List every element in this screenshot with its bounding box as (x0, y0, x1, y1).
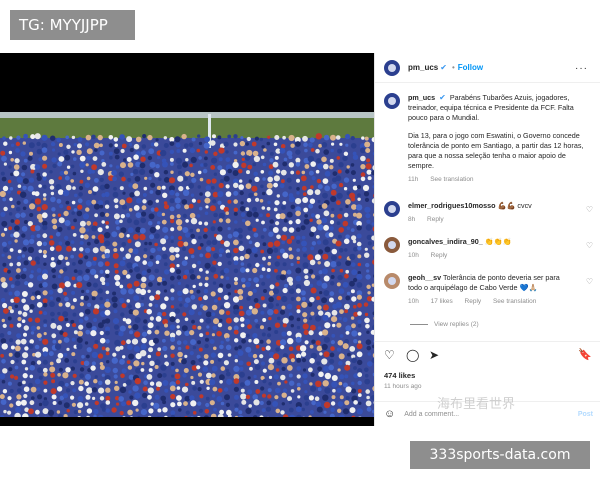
see-translation-link[interactable]: See translation (493, 298, 536, 305)
commenter-avatar[interactable] (384, 237, 400, 253)
post-side-panel: pm_ucs ✔ • Follow ··· pm_ucs ✔ Parabéns … (374, 53, 600, 426)
post-header: pm_ucs ✔ • Follow ··· (375, 53, 600, 83)
caption-paragraph-2: Dia 13, para o jogo com Eswatini, o Gove… (408, 131, 584, 170)
tg-badge: TG: MYYJJPP (10, 10, 135, 40)
author-username[interactable]: pm_ucs (408, 63, 438, 72)
crowd-image (0, 112, 374, 417)
comment-like-icon[interactable]: ♡ (586, 277, 593, 287)
comment-time: 10h (408, 298, 419, 305)
more-options-icon[interactable]: ··· (575, 63, 588, 74)
comment-text: 💪🏾💪🏾 cvcv (497, 201, 532, 210)
comment-like-icon[interactable]: ♡ (586, 241, 593, 251)
post-media[interactable] (0, 53, 374, 426)
save-icon[interactable]: 🔖 (578, 348, 592, 361)
post-comment-button[interactable]: Post (578, 411, 593, 418)
separator-dot: • (451, 63, 455, 72)
like-icon[interactable]: ♡ (384, 348, 395, 362)
follow-button[interactable]: Follow (458, 63, 483, 72)
caption-avatar[interactable] (384, 93, 400, 109)
commenter-username[interactable]: goncalves_indira_90_ (408, 237, 483, 246)
comment-icon[interactable]: ◯ (406, 348, 419, 362)
comment-item: geoh__sv Tolerância de ponto deveria ser… (375, 273, 600, 307)
verified-icon: ✔ (439, 93, 446, 102)
instagram-post: pm_ucs ✔ • Follow ··· pm_ucs ✔ Parabéns … (0, 53, 600, 426)
caption-time: 11h (408, 176, 419, 183)
reply-link[interactable]: Reply (431, 252, 448, 259)
commenter-avatar[interactable] (384, 201, 400, 217)
likes-count[interactable]: 474 likes (384, 371, 415, 380)
commenter-username[interactable]: geoh__sv (408, 273, 441, 282)
commenter-avatar[interactable] (384, 273, 400, 289)
see-translation-link[interactable]: See translation (430, 176, 473, 183)
comment-time: 10h (408, 252, 419, 259)
site-label: 333sports-data.com (410, 441, 590, 469)
reply-link[interactable]: Reply (465, 298, 482, 305)
share-icon[interactable]: ➤ (429, 348, 439, 362)
comment-meta: 10h Reply (408, 251, 574, 261)
watermark: 海布里看世界 (437, 397, 516, 412)
post-time: 11 hours ago (384, 383, 422, 390)
post-caption: pm_ucs ✔ Parabéns Tubarões Azuis, jogado… (375, 83, 600, 185)
comment-text: 👏👏👏 (484, 237, 512, 246)
caption-text: pm_ucs ✔ Parabéns Tubarões Azuis, jogado… (408, 93, 591, 123)
comment-item: goncalves_indira_90_ 👏👏👏 10h Reply ♡ (375, 237, 600, 261)
comment-meta: 8h Reply (408, 215, 574, 225)
stadium-crowd-photo (0, 112, 374, 417)
view-replies-link[interactable]: View replies (2) (410, 321, 479, 328)
comment-time: 8h (408, 216, 416, 223)
comment-item: elmer_rodrigues10mosso 💪🏾💪🏾 cvcv 8h Repl… (375, 201, 600, 225)
comment-meta: 10h 17 likes Reply See translation (408, 297, 574, 307)
emoji-icon[interactable]: ☺ (384, 408, 395, 420)
comment-like-icon[interactable]: ♡ (586, 205, 593, 215)
comment-likes[interactable]: 17 likes (431, 298, 453, 305)
caption-meta: 11h See translation (408, 175, 591, 185)
author-avatar[interactable] (384, 59, 400, 76)
commenter-username[interactable]: elmer_rodrigues10mosso (408, 201, 496, 210)
verified-icon: ✔ (440, 63, 447, 72)
reply-link[interactable]: Reply (427, 216, 444, 223)
caption-username[interactable]: pm_ucs (408, 93, 435, 102)
post-actions: ♡ ◯ ➤ 🔖 (375, 341, 600, 371)
